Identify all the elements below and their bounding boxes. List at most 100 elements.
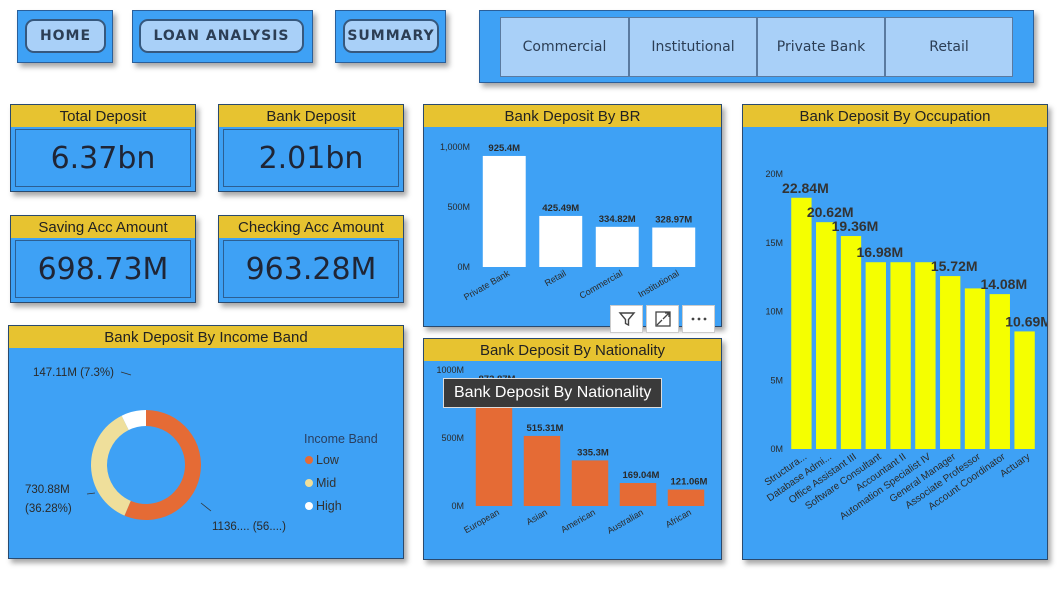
bar [523, 435, 561, 506]
slicer-item-commercial[interactable]: Commercial [500, 17, 629, 77]
card-title: Total Deposit [11, 105, 195, 127]
y-tick-label: 0M [451, 501, 464, 511]
data-label: 19.36M [832, 218, 879, 234]
bar [667, 489, 705, 506]
data-label: 15.72M [931, 258, 978, 274]
x-tick-label: Private Bank [462, 268, 512, 302]
x-tick-label: Australian [605, 507, 645, 536]
checking-acc-card: Checking Acc Amount 963.28M [218, 215, 404, 303]
br-slicer: Commercial Institutional Private Bank Re… [479, 10, 1034, 83]
x-tick-label: American [559, 507, 597, 535]
card-title: Bank Deposit [219, 105, 403, 127]
bar [915, 262, 936, 449]
bar [890, 262, 911, 449]
slicer-item-private-bank[interactable]: Private Bank [757, 17, 885, 77]
bar [595, 226, 639, 267]
y-tick-label: 500M [447, 202, 470, 212]
x-tick-label: Retail [543, 268, 568, 288]
data-label: 515.31M [527, 423, 564, 434]
bar [964, 288, 986, 449]
legend-label: Low [316, 453, 340, 467]
data-label: 121.06M [671, 477, 708, 488]
visual-toolbar [610, 305, 715, 333]
bar [619, 483, 657, 506]
slice-label: 147.11M (7.3%) [33, 367, 114, 379]
visual-tooltip: Bank Deposit By Nationality [443, 378, 663, 408]
by-income-band-chart: 1136.... (56....) 730.88M (36.28%) 147.11M … [25, 367, 378, 533]
slicer-item-retail[interactable]: Retail [885, 17, 1013, 77]
chart-title: Bank Deposit By Nationality [424, 339, 721, 361]
data-label: 10.69M [1005, 313, 1047, 329]
y-tick-label: 15M [765, 238, 783, 248]
leader-line [120, 371, 132, 376]
legend-label: High [316, 499, 342, 513]
leader-line [200, 502, 212, 512]
summary-button[interactable]: SUMMARY [343, 19, 439, 53]
card-value: 963.28M [223, 240, 399, 298]
x-tick-label: African [664, 507, 693, 530]
data-label: 14.08M [980, 276, 1027, 292]
slicer-item-institutional[interactable]: Institutional [629, 17, 757, 77]
by-br-chart: 0M 500M 1,000M 925.4M Private Bank 425.49M Ret… [440, 142, 696, 302]
data-label: 169.04M [623, 470, 660, 481]
bar [571, 460, 609, 506]
data-label: 925.4M [488, 143, 520, 154]
bank-deposit-card: Bank Deposit 2.01bn [218, 104, 404, 192]
data-label: 334.82M [599, 214, 636, 225]
chart-title: Bank Deposit By Income Band [9, 326, 403, 348]
y-tick-label: 1000M [436, 365, 464, 375]
chart-title: Bank Deposit By Occupation [743, 105, 1047, 127]
y-tick-label: 1,000M [440, 142, 470, 152]
by-occupation-panel[interactable]: Bank Deposit By Occupation 0M 5M 10M 15M 20M… [742, 104, 1048, 560]
bar [865, 262, 886, 449]
data-label: 22.84M [782, 180, 829, 196]
more-options-button[interactable] [682, 305, 715, 333]
by-income-band-panel[interactable]: Bank Deposit By Income Band 1136.... (56… [8, 325, 404, 559]
chart-title: Bank Deposit By BR [424, 105, 721, 127]
legend-marker [305, 502, 313, 510]
x-tick-label: European [462, 507, 501, 535]
slice-label: (36.28%) [25, 503, 72, 515]
total-deposit-card: Total Deposit 6.37bn [10, 104, 196, 192]
legend-marker [305, 479, 313, 487]
data-label: 328.97M [655, 215, 692, 226]
home-nav-box: HOME [17, 10, 113, 63]
card-value: 6.37bn [15, 129, 191, 187]
bar [1014, 331, 1035, 449]
legend-marker [305, 456, 313, 464]
by-br-panel[interactable]: Bank Deposit By BR 0M 500M 1,000M 925.4M Pri… [423, 104, 722, 327]
x-tick-label: Commercial [578, 268, 625, 301]
bar [816, 222, 837, 449]
data-label: 16.98M [856, 244, 903, 260]
slice-label: 1136.... (56....) [212, 521, 286, 533]
slice-label: 730.88M [25, 484, 70, 496]
bar [940, 276, 961, 449]
card-value: 698.73M [15, 240, 191, 298]
home-button[interactable]: HOME [25, 19, 106, 53]
saving-acc-card: Saving Acc Amount 698.73M [10, 215, 196, 303]
y-tick-label: 20M [765, 169, 783, 179]
more-options-icon [691, 317, 706, 321]
loan-analysis-button[interactable]: LOAN ANALYSIS [139, 19, 304, 53]
summary-nav-box: SUMMARY [335, 10, 446, 63]
donut-slice [90, 415, 131, 516]
card-value: 2.01bn [223, 129, 399, 187]
focus-mode-button[interactable] [646, 305, 679, 333]
bar [840, 236, 862, 449]
by-occupation-chart: 0M5M10M15M20M22.84MStructura...20.62MDat… [763, 169, 1047, 523]
loan-nav-box: LOAN ANALYSIS [132, 10, 313, 63]
filter-button[interactable] [610, 305, 643, 333]
y-tick-label: 0M [457, 262, 470, 272]
by-nationality-panel[interactable]: Bank Deposit By Nationality 0M500M1000M8… [423, 338, 722, 560]
y-tick-label: 500M [441, 433, 464, 443]
filter-icon [617, 312, 636, 327]
card-title: Saving Acc Amount [11, 216, 195, 238]
legend-title: Income Band [304, 432, 378, 446]
card-title: Checking Acc Amount [219, 216, 403, 238]
leader-line [86, 492, 96, 495]
bar [791, 197, 812, 449]
bar [482, 155, 526, 267]
y-tick-label: 5M [770, 375, 783, 385]
y-tick-label: 0M [770, 444, 783, 454]
expand-icon [654, 311, 671, 327]
